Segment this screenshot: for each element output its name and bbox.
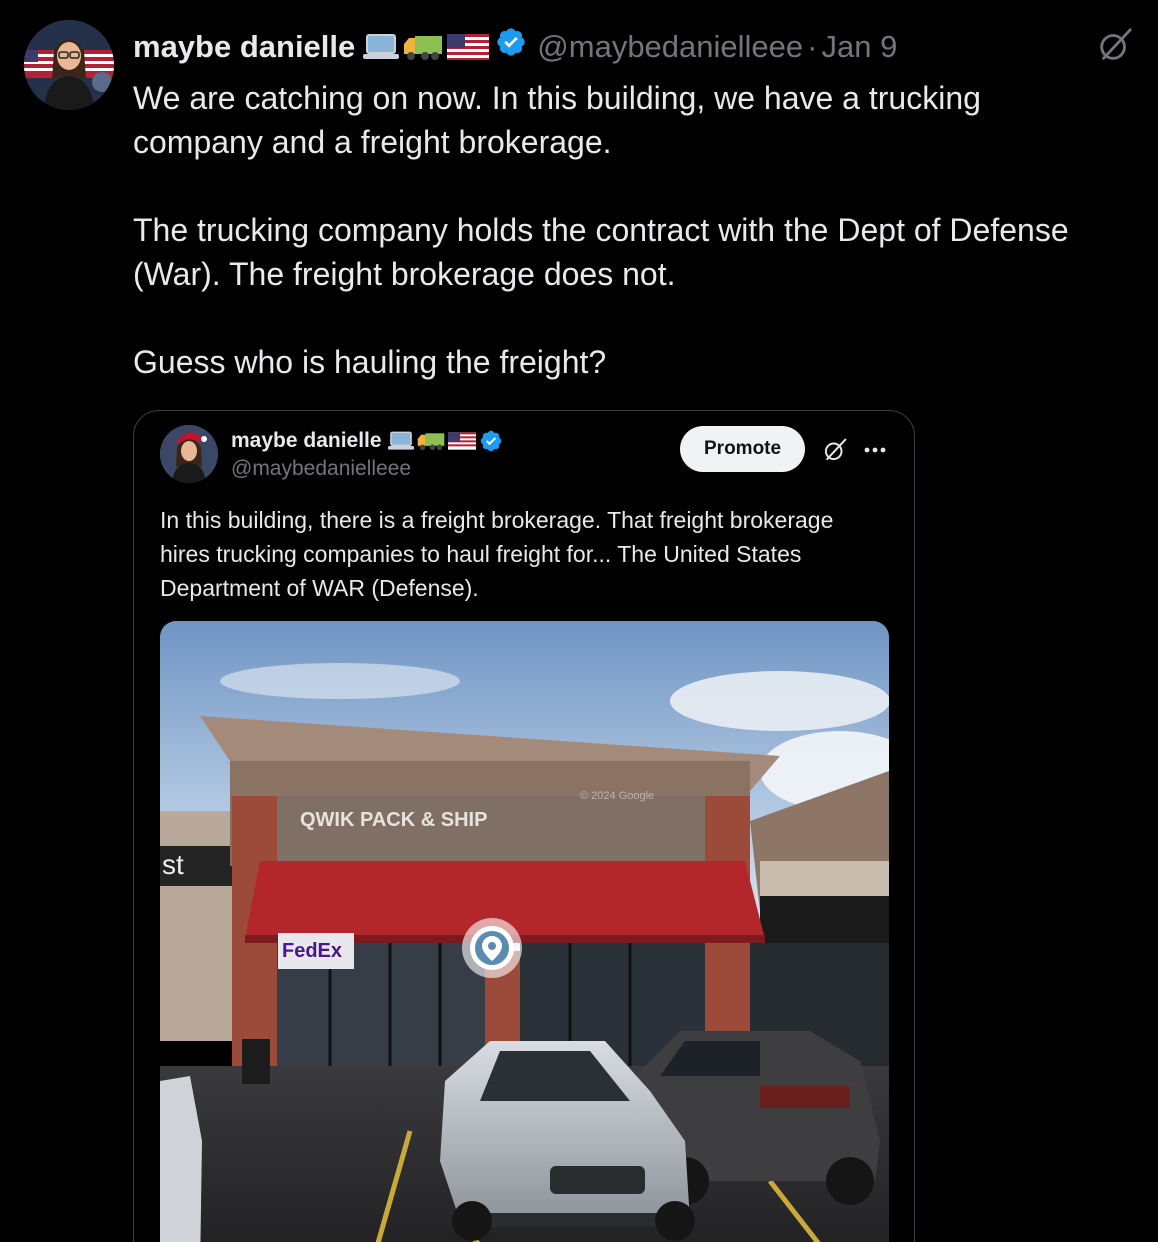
quoted-display-name[interactable]: maybe danielle <box>231 427 382 455</box>
verified-badge-icon <box>495 26 527 68</box>
quoted-tweet-card[interactable]: maybe danielle @maybedanielleee Promote … <box>133 410 915 1242</box>
laptop-emoji-icon <box>387 431 414 450</box>
location-pin-icon[interactable] <box>462 918 522 978</box>
us-flag-emoji-icon <box>447 34 490 60</box>
separator-dot: · <box>807 29 818 64</box>
grok-icon[interactable] <box>1096 26 1134 64</box>
more-dots-icon[interactable] <box>861 437 889 463</box>
tweet-page: maybe danielle @maybedanielleee · Jan 9 … <box>0 0 1158 1242</box>
tweet-header: maybe danielle @maybedanielleee · Jan 9 <box>133 26 897 68</box>
quoted-tweet-text: In this building, there is a freight bro… <box>160 507 834 601</box>
display-name[interactable]: maybe danielle <box>133 27 355 67</box>
tweet-paragraph: Guess who is hauling the freight? <box>133 344 607 380</box>
profile-avatar[interactable] <box>24 20 114 110</box>
photo-watermark: © 2024 Google <box>580 790 654 802</box>
grok-icon[interactable] <box>822 437 848 463</box>
quoted-avatar[interactable] <box>160 425 218 483</box>
promote-button[interactable]: Promote <box>680 426 806 472</box>
truck-emoji-icon <box>417 433 444 451</box>
quoted-avatar-illustration <box>160 425 218 483</box>
name-emoji-strip <box>363 32 490 62</box>
quoted-header: maybe danielle <box>231 427 503 455</box>
verified-badge-icon <box>480 430 501 452</box>
user-handle[interactable]: @maybedanielleee <box>537 27 803 67</box>
storefront-photo: st QWIK PACK & SHIP © 2024 Google FedEx <box>160 621 889 1242</box>
tweet-date[interactable]: Jan 9 <box>821 27 897 67</box>
us-flag-emoji-icon <box>447 432 476 450</box>
quoted-handle[interactable]: @maybedanielleee <box>231 455 411 483</box>
tweet-body: We are catching on now. In this building… <box>133 76 1093 384</box>
tweet-paragraph: We are catching on now. In this building… <box>133 80 981 160</box>
quoted-tweet-photo[interactable]: st QWIK PACK & SHIP © 2024 Google FedEx <box>160 621 889 1242</box>
quoted-name-emoji-strip <box>387 429 503 453</box>
partial-store-sign: st <box>162 849 184 880</box>
avatar-illustration <box>24 20 114 110</box>
tweet-paragraph: The trucking company holds the contract … <box>133 212 1069 292</box>
store-sign: QWIK PACK & SHIP <box>300 809 487 831</box>
fedex-sign: FedEx <box>282 940 342 962</box>
laptop-emoji-icon <box>363 34 400 59</box>
truck-emoji-icon <box>404 36 443 60</box>
